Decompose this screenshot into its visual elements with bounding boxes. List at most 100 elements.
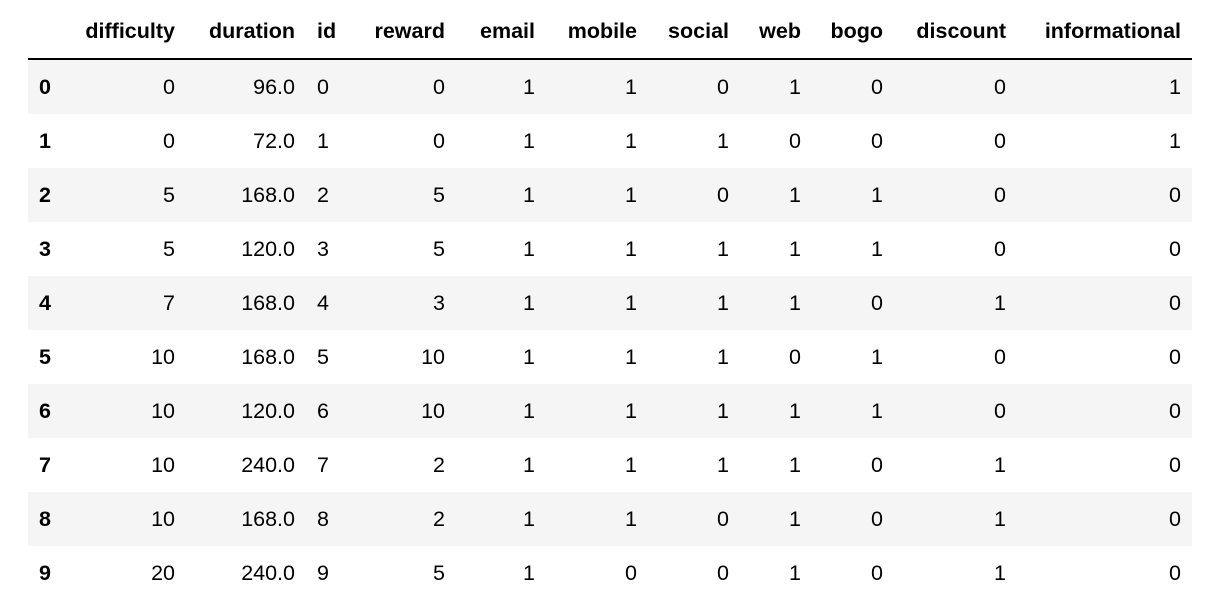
cell-bogo: 0 xyxy=(871,290,883,315)
cell-social: 1 xyxy=(717,344,729,369)
cell-reward: 5 xyxy=(433,560,445,585)
cell-reward: 5 xyxy=(433,182,445,207)
cell-social: 0 xyxy=(717,182,729,207)
cell-informational: 0 xyxy=(1169,398,1181,423)
cell-web: 0 xyxy=(789,128,801,153)
cell-informational: 0 xyxy=(1169,452,1181,477)
cell-id: 2 xyxy=(317,182,329,207)
cell-web: 1 xyxy=(789,506,801,531)
cell-discount: 1 xyxy=(994,506,1006,531)
row-index: 4 xyxy=(39,290,51,315)
table-row: 4 7 168.0 4 3 1 1 1 1 0 1 0 xyxy=(28,276,1192,330)
cell-web: 0 xyxy=(789,344,801,369)
cell-mobile: 1 xyxy=(625,344,637,369)
cell-informational: 0 xyxy=(1169,182,1181,207)
cell-social: 0 xyxy=(717,506,729,531)
cell-duration: 168.0 xyxy=(241,182,295,207)
cell-duration: 168.0 xyxy=(241,506,295,531)
cell-informational: 1 xyxy=(1169,74,1181,99)
cell-bogo: 0 xyxy=(871,506,883,531)
table-row: 5 10 168.0 5 10 1 1 1 0 1 0 0 xyxy=(28,330,1192,384)
cell-reward: 2 xyxy=(433,452,445,477)
cell-web: 1 xyxy=(789,560,801,585)
cell-reward: 10 xyxy=(421,344,445,369)
cell-bogo: 1 xyxy=(871,236,883,261)
column-header-social: social xyxy=(648,4,740,60)
column-header-web: web xyxy=(740,4,812,60)
cell-discount: 0 xyxy=(994,74,1006,99)
cell-discount: 0 xyxy=(994,398,1006,423)
cell-email: 1 xyxy=(523,398,535,423)
column-header-difficulty: difficulty xyxy=(68,4,186,60)
cell-email: 1 xyxy=(523,290,535,315)
cell-id: 1 xyxy=(317,128,329,153)
row-index: 6 xyxy=(39,398,51,423)
cell-web: 1 xyxy=(789,236,801,261)
cell-email: 1 xyxy=(523,506,535,531)
column-header-informational: informational xyxy=(1017,4,1192,60)
cell-informational: 0 xyxy=(1169,344,1181,369)
cell-email: 1 xyxy=(523,452,535,477)
table-row: 9 20 240.0 9 5 1 0 0 1 0 1 0 xyxy=(28,546,1192,600)
table-row: 3 5 120.0 3 5 1 1 1 1 1 0 0 xyxy=(28,222,1192,276)
cell-web: 1 xyxy=(789,398,801,423)
row-index: 0 xyxy=(39,74,51,99)
cell-email: 1 xyxy=(523,182,535,207)
cell-difficulty: 0 xyxy=(163,128,175,153)
cell-informational: 0 xyxy=(1169,290,1181,315)
row-index: 7 xyxy=(39,452,51,477)
table-row: 1 0 72.0 1 0 1 1 1 0 0 0 1 xyxy=(28,114,1192,168)
cell-duration: 72.0 xyxy=(253,128,295,153)
cell-mobile: 1 xyxy=(625,182,637,207)
column-header-reward: reward xyxy=(352,4,456,60)
cell-duration: 120.0 xyxy=(241,398,295,423)
cell-social: 0 xyxy=(717,74,729,99)
cell-reward: 5 xyxy=(433,236,445,261)
cell-email: 1 xyxy=(523,344,535,369)
cell-email: 1 xyxy=(523,74,535,99)
cell-id: 7 xyxy=(317,452,329,477)
column-header-discount: discount xyxy=(894,4,1017,60)
cell-difficulty: 10 xyxy=(151,398,175,423)
column-header-mobile: mobile xyxy=(546,4,648,60)
cell-difficulty: 5 xyxy=(163,236,175,261)
cell-id: 0 xyxy=(317,74,329,99)
cell-reward: 0 xyxy=(433,128,445,153)
cell-bogo: 0 xyxy=(871,74,883,99)
cell-duration: 96.0 xyxy=(253,74,295,99)
cell-duration: 168.0 xyxy=(241,290,295,315)
table-row: 6 10 120.0 6 10 1 1 1 1 1 0 0 xyxy=(28,384,1192,438)
cell-bogo: 1 xyxy=(871,182,883,207)
cell-bogo: 1 xyxy=(871,344,883,369)
row-index: 2 xyxy=(39,182,51,207)
cell-mobile: 1 xyxy=(625,506,637,531)
row-index: 1 xyxy=(39,128,51,153)
cell-duration: 120.0 xyxy=(241,236,295,261)
cell-bogo: 0 xyxy=(871,452,883,477)
cell-bogo: 0 xyxy=(871,128,883,153)
cell-informational: 1 xyxy=(1169,128,1181,153)
column-header-duration: duration xyxy=(186,4,306,60)
row-index: 5 xyxy=(39,344,51,369)
cell-reward: 10 xyxy=(421,398,445,423)
table-row: 0 0 96.0 0 0 1 1 0 1 0 0 1 xyxy=(28,59,1192,114)
cell-id: 6 xyxy=(317,398,329,423)
table-row: 8 10 168.0 8 2 1 1 0 1 0 1 0 xyxy=(28,492,1192,546)
cell-id: 8 xyxy=(317,506,329,531)
table-row: 2 5 168.0 2 5 1 1 0 1 1 0 0 xyxy=(28,168,1192,222)
cell-discount: 0 xyxy=(994,182,1006,207)
cell-informational: 0 xyxy=(1169,560,1181,585)
row-index: 3 xyxy=(39,236,51,261)
table-row: 7 10 240.0 7 2 1 1 1 1 0 1 0 xyxy=(28,438,1192,492)
cell-social: 1 xyxy=(717,236,729,261)
column-header-id: id xyxy=(306,4,352,60)
cell-duration: 240.0 xyxy=(241,560,295,585)
cell-web: 1 xyxy=(789,74,801,99)
cell-discount: 0 xyxy=(994,344,1006,369)
cell-social: 1 xyxy=(717,398,729,423)
cell-web: 1 xyxy=(789,452,801,477)
table-body: 0 0 96.0 0 0 1 1 0 1 0 0 1 1 0 72.0 1 0 1 1 1 0 0 0 1 2 5 168.0 2 5 1… xyxy=(28,59,1192,600)
cell-mobile: 1 xyxy=(625,128,637,153)
cell-discount: 0 xyxy=(994,128,1006,153)
cell-social: 1 xyxy=(717,128,729,153)
